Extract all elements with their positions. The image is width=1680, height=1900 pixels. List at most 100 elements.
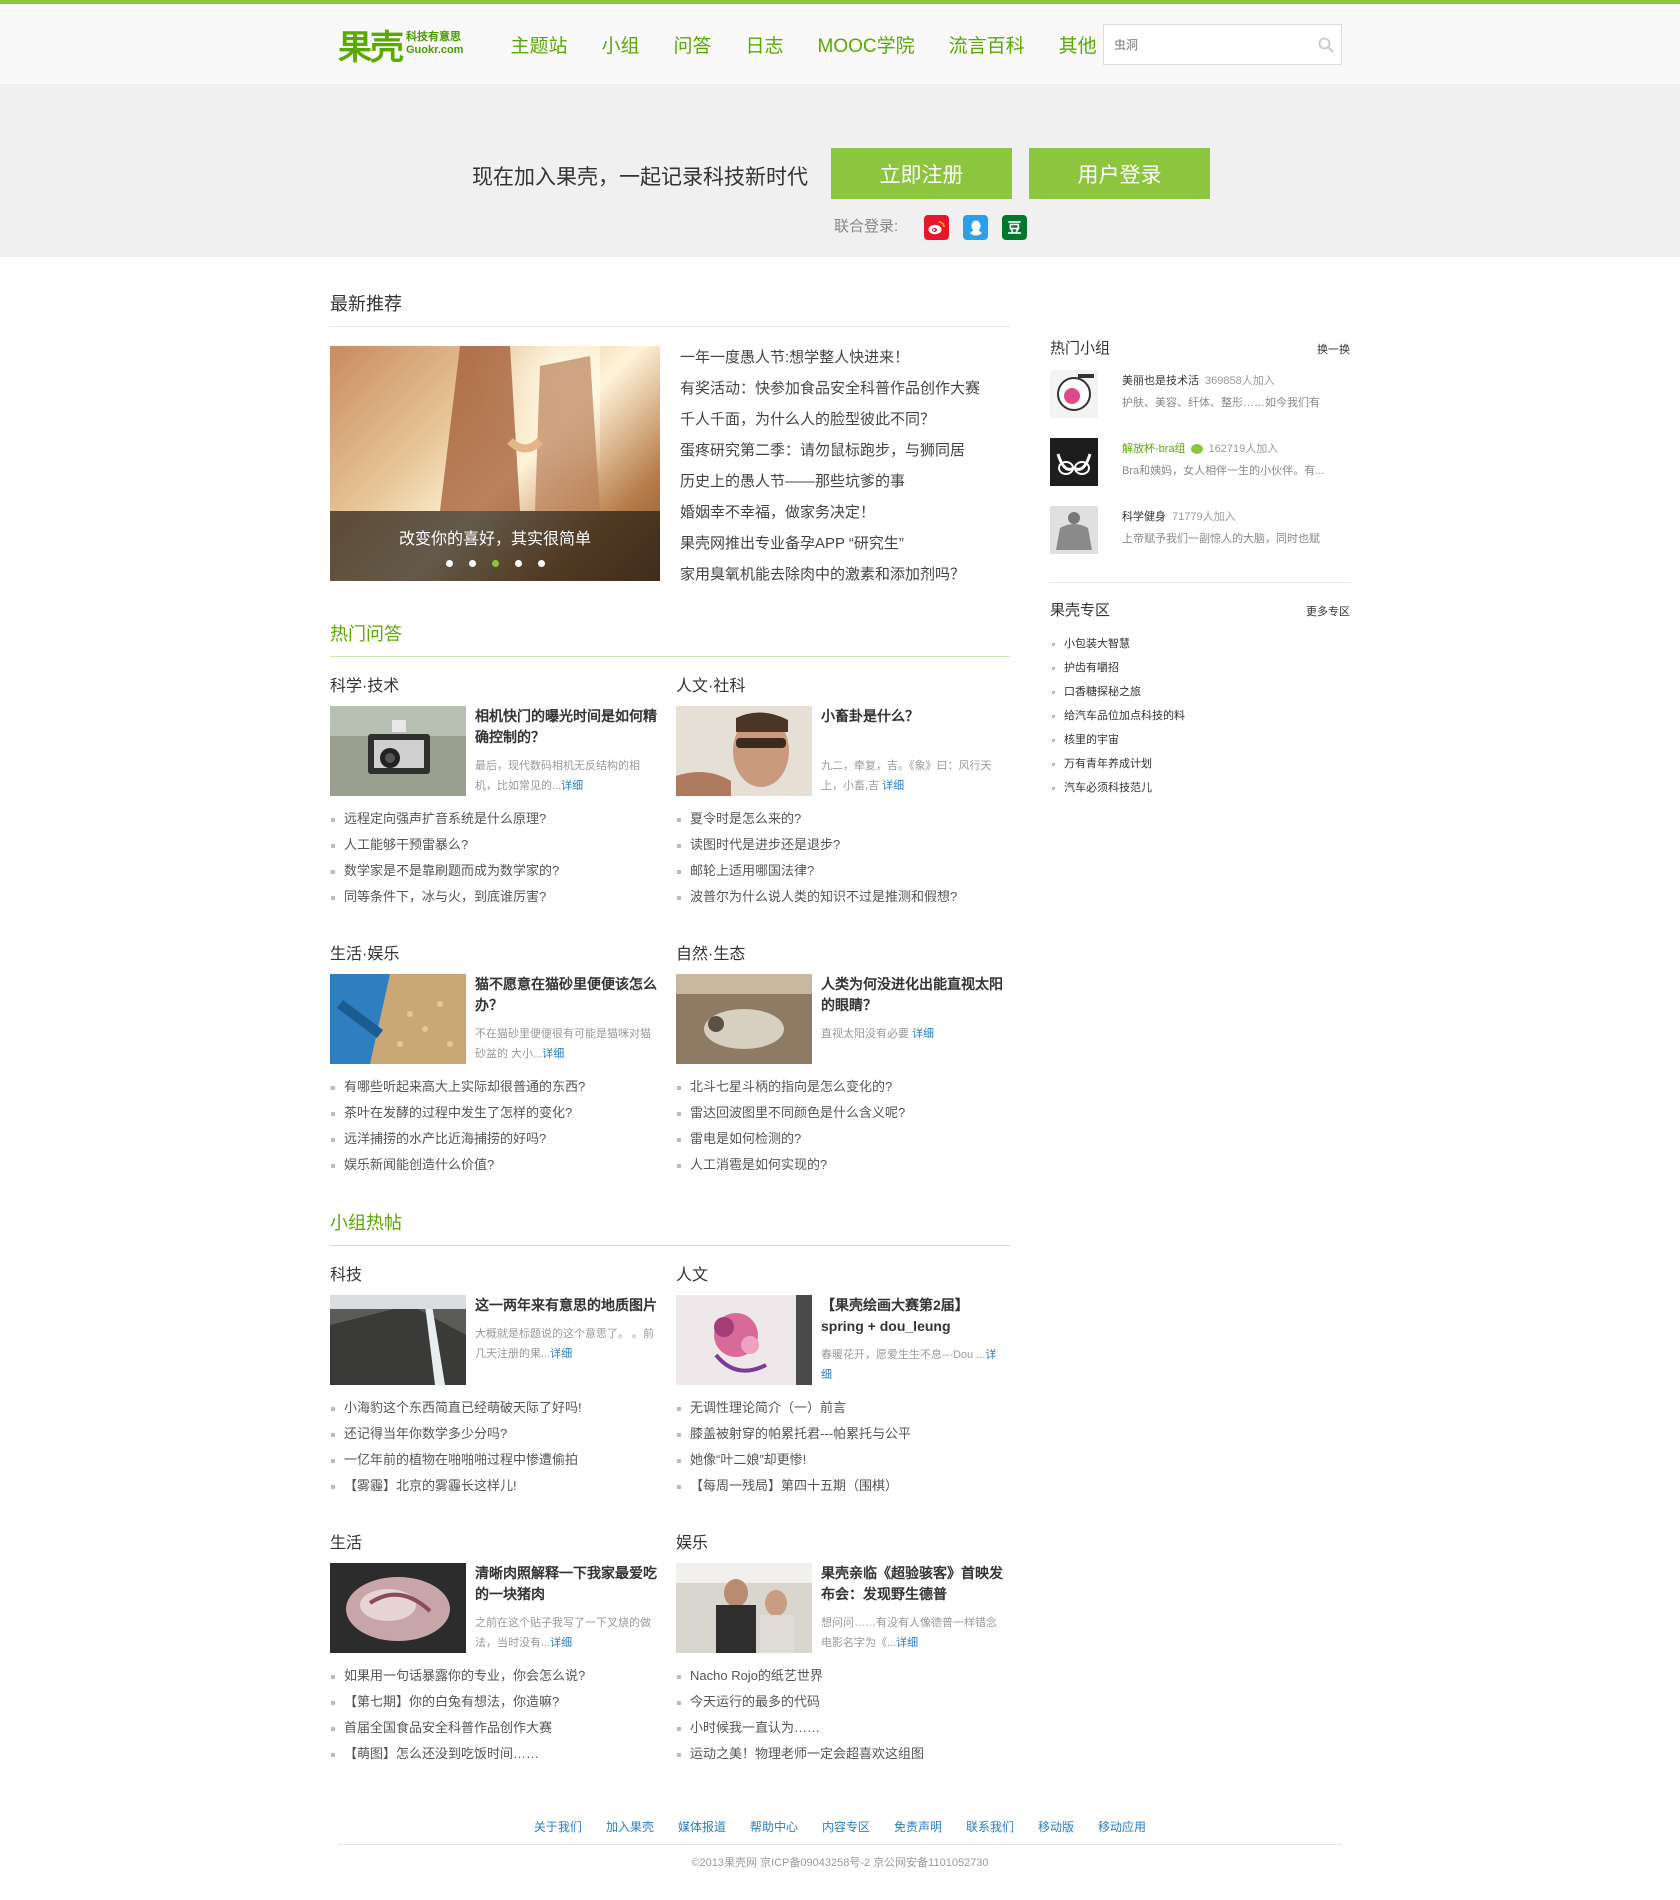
- question-item[interactable]: 波普尔为什么说人类的知识不过是推测和假想?: [676, 884, 1006, 910]
- group-name[interactable]: 美丽也是技术活: [1122, 375, 1199, 387]
- more-link[interactable]: 详细: [550, 1348, 572, 1360]
- post-item[interactable]: 【雾霾】北京的雾霾长这样儿!: [330, 1473, 660, 1499]
- more-zones-link[interactable]: 更多专区: [1306, 603, 1350, 619]
- footer-link-media[interactable]: 媒体报道: [678, 1818, 726, 1835]
- group-item[interactable]: 科学健身 71779人加入 上帝赋予我们一副惊人的大脑，同时也赋: [1050, 506, 1350, 574]
- qa-category[interactable]: 科学·技术: [330, 672, 660, 696]
- latest-item[interactable]: 果壳网推出专业备孕APP “研究生”: [680, 528, 1010, 559]
- zone-item[interactable]: 小包装大智慧: [1050, 632, 1350, 656]
- question-item[interactable]: 远程定向强声扩音系统是什么原理?: [330, 806, 660, 832]
- post-item[interactable]: 【第七期】你的白兔有想法，你造嘛?: [330, 1689, 660, 1715]
- latest-item[interactable]: 蛋疼研究第二季：请勿鼠标跑步，与狮同居: [680, 435, 1010, 466]
- group-category[interactable]: 科技: [330, 1261, 660, 1285]
- more-link[interactable]: 详细: [882, 780, 904, 792]
- qa-thumbnail[interactable]: [676, 706, 812, 796]
- group-thumbnail[interactable]: [676, 1295, 812, 1385]
- more-link[interactable]: 详细: [550, 1637, 572, 1649]
- group-feature-title[interactable]: 果壳亲临《超验骇客》首映发布会：发现野生德普: [821, 1563, 1006, 1605]
- qa-thumbnail[interactable]: [330, 974, 466, 1064]
- question-item[interactable]: 茶叶在发酵的过程中发生了怎样的变化?: [330, 1100, 660, 1126]
- group-name[interactable]: 科学健身: [1122, 511, 1166, 523]
- post-item[interactable]: 她像“叶二娘”却更惨!: [676, 1447, 1006, 1473]
- nav-qa[interactable]: 问答: [674, 31, 712, 58]
- zone-item[interactable]: 万有青年养成计划: [1050, 752, 1350, 776]
- group-category[interactable]: 人文: [676, 1261, 1006, 1285]
- post-item[interactable]: 今天运行的最多的代码: [676, 1689, 1006, 1715]
- question-item[interactable]: 人工消雹是如何实现的?: [676, 1152, 1006, 1178]
- group-avatar[interactable]: [1050, 438, 1098, 486]
- hot-qa-title[interactable]: 热门问答: [330, 620, 1010, 657]
- switch-button[interactable]: 换一换: [1317, 341, 1350, 357]
- question-item[interactable]: 娱乐新闻能创造什么价值?: [330, 1152, 660, 1178]
- footer-link-contact[interactable]: 联系我们: [966, 1818, 1014, 1835]
- slider-dot[interactable]: [468, 560, 476, 567]
- question-item[interactable]: 数学家是不是靠刷题而成为数学家的?: [330, 858, 660, 884]
- group-name[interactable]: 解放杯-bra组: [1122, 443, 1186, 455]
- group-thumbnail[interactable]: [676, 1563, 812, 1653]
- group-item[interactable]: 解放杯-bra组 162719人加入 Bra和姨妈，女人相伴一生的小伙伴。有...: [1050, 438, 1350, 506]
- footer-link-apps[interactable]: 移动应用: [1098, 1818, 1146, 1835]
- slider-dot[interactable]: [537, 560, 545, 567]
- question-item[interactable]: 邮轮上适用哪国法律?: [676, 858, 1006, 884]
- question-item[interactable]: 雷电是如何检测的?: [676, 1126, 1006, 1152]
- post-item[interactable]: 膝盖被射穿的帕累托君---帕累托与公平: [676, 1421, 1006, 1447]
- footer-link-about[interactable]: 关于我们: [534, 1818, 582, 1835]
- footer-link-join[interactable]: 加入果壳: [606, 1818, 654, 1835]
- group-thumbnail[interactable]: [330, 1295, 466, 1385]
- more-link[interactable]: 详细: [912, 1028, 934, 1040]
- slider-dot[interactable]: [445, 560, 453, 567]
- group-feature-title[interactable]: 清晰肉照解释一下我家最爱吃的一块猪肉: [475, 1563, 660, 1605]
- group-thumbnail[interactable]: [330, 1563, 466, 1653]
- latest-item[interactable]: 历史上的愚人节——那些坑爹的事: [680, 466, 1010, 497]
- login-button[interactable]: 用户登录: [1029, 148, 1210, 199]
- qa-category[interactable]: 自然·生态: [676, 940, 1006, 964]
- post-item[interactable]: 如果用一句话暴露你的专业，你会怎么说?: [330, 1663, 660, 1689]
- qq-icon[interactable]: [963, 215, 988, 240]
- group-feature-title[interactable]: 这一两年来有意思的地质图片: [475, 1295, 660, 1316]
- qa-thumbnail[interactable]: [676, 974, 812, 1064]
- latest-item[interactable]: 千人千面，为什么人的脸型彼此不同？: [680, 404, 1010, 435]
- latest-item[interactable]: 家用臭氧机能去除肉中的激素和添加剂吗？: [680, 559, 1010, 590]
- post-item[interactable]: 一亿年前的植物在啪啪啪过程中惨遭偷拍: [330, 1447, 660, 1473]
- question-item[interactable]: 读图时代是进步还是退步?: [676, 832, 1006, 858]
- post-item[interactable]: 还记得当年你数学多少分吗?: [330, 1421, 660, 1447]
- qa-category[interactable]: 生活·娱乐: [330, 940, 660, 964]
- featured-slider[interactable]: 改变你的喜好，其实很简单: [330, 346, 660, 581]
- group-avatar[interactable]: [1050, 370, 1098, 418]
- weibo-icon[interactable]: [924, 215, 949, 240]
- zone-item[interactable]: 汽车必须科技范儿: [1050, 776, 1350, 800]
- footer-link-mobile[interactable]: 移动版: [1038, 1818, 1074, 1835]
- post-item[interactable]: 【萌图】怎么还没到吃饭时间……: [330, 1741, 660, 1767]
- register-button[interactable]: 立即注册: [831, 148, 1012, 199]
- search-icon[interactable]: [1311, 37, 1341, 53]
- post-item[interactable]: 首届全国食品安全科普作品创作大赛: [330, 1715, 660, 1741]
- more-link[interactable]: 详细: [561, 780, 583, 792]
- guokr-logo[interactable]: 果壳 科技有意思 Guokr.com: [338, 20, 463, 69]
- group-item[interactable]: 美丽也是技术活 369858人加入 护肤、美容、纤体、整形……如今我们有: [1050, 370, 1350, 438]
- question-item[interactable]: 远洋捕捞的水产比近海捕捞的好吗?: [330, 1126, 660, 1152]
- latest-item[interactable]: 一年一度愚人节:想学整人快进来！: [680, 342, 1010, 373]
- footer-link-disclaimer[interactable]: 免责声明: [894, 1818, 942, 1835]
- zone-item[interactable]: 口香糖探秘之旅: [1050, 680, 1350, 704]
- qa-feature-title[interactable]: 猫不愿意在猫砂里便便该怎么办？: [475, 974, 660, 1016]
- question-item[interactable]: 雷达回波图里不同颜色是什么含义呢?: [676, 1100, 1006, 1126]
- post-item[interactable]: 小时候我一直认为……: [676, 1715, 1006, 1741]
- douban-icon[interactable]: 豆: [1002, 215, 1027, 240]
- more-link[interactable]: 详细: [896, 1637, 918, 1649]
- group-category[interactable]: 生活: [330, 1529, 660, 1553]
- question-item[interactable]: 夏令时是怎么来的?: [676, 806, 1006, 832]
- footer-link-zones[interactable]: 内容专区: [822, 1818, 870, 1835]
- more-link[interactable]: 详细: [542, 1048, 564, 1060]
- post-item[interactable]: 运动之美！物理老师一定会超喜欢这组图: [676, 1741, 1006, 1767]
- qa-category[interactable]: 人文·社科: [676, 672, 1006, 696]
- nav-rumor-wiki[interactable]: 流言百科: [949, 31, 1025, 58]
- zone-item[interactable]: 核里的宇宙: [1050, 728, 1350, 752]
- zone-item[interactable]: 给汽车品位加点科技的料: [1050, 704, 1350, 728]
- group-posts-title[interactable]: 小组热帖: [330, 1209, 1010, 1246]
- footer-link-help[interactable]: 帮助中心: [750, 1818, 798, 1835]
- slider-caption-text[interactable]: 改变你的喜好，其实很简单: [330, 511, 660, 549]
- qa-feature-title[interactable]: 人类为何没进化出能直视太阳的眼睛？: [821, 974, 1006, 1016]
- slider-dot[interactable]: [514, 560, 522, 567]
- latest-item[interactable]: 婚姻幸不幸福，做家务决定！: [680, 497, 1010, 528]
- question-item[interactable]: 有哪些听起来高大上实际却很普通的东西?: [330, 1074, 660, 1100]
